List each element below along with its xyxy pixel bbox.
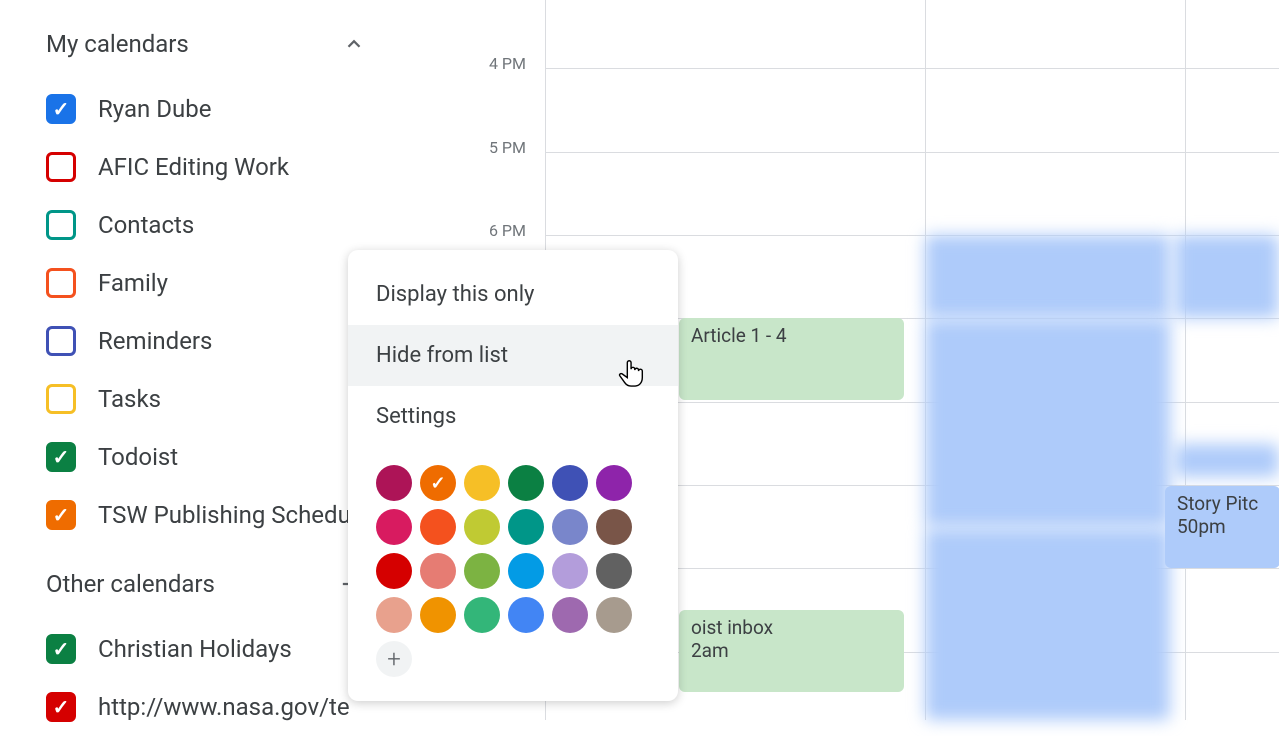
calendar-checkbox[interactable] <box>46 384 76 414</box>
calendar-checkbox[interactable] <box>46 634 76 664</box>
color-swatch[interactable] <box>508 597 544 633</box>
event-blurred[interactable] <box>925 528 1170 720</box>
other-calendars-header[interactable]: Other calendars <box>46 570 395 598</box>
calendar-item[interactable]: Contacts <box>46 196 395 254</box>
calendar-label: TSW Publishing Schedu <box>98 501 351 529</box>
color-swatch[interactable] <box>464 465 500 501</box>
other-calendars-title: Other calendars <box>46 570 215 598</box>
color-swatch[interactable] <box>376 597 412 633</box>
time-label: 6 PM <box>489 221 526 240</box>
chevron-up-icon <box>343 33 365 55</box>
time-label: 5 PM <box>489 138 526 157</box>
color-swatch[interactable] <box>596 509 632 545</box>
calendar-label: Ryan Dube <box>98 95 211 123</box>
calendar-label: Tasks <box>98 385 161 413</box>
calendar-checkbox[interactable] <box>46 692 76 722</box>
color-swatch[interactable] <box>596 597 632 633</box>
calendar-label: Todoist <box>98 443 178 471</box>
color-swatch[interactable] <box>420 509 456 545</box>
menu-hide-from-list[interactable]: Hide from list <box>348 325 678 386</box>
calendar-item[interactable]: Family <box>46 254 395 312</box>
color-swatch[interactable] <box>464 553 500 589</box>
event-time: 2am <box>691 639 729 662</box>
add-custom-color-button[interactable]: + <box>376 641 412 677</box>
event-blurred[interactable] <box>925 319 1170 527</box>
calendar-item[interactable]: http://www.nasa.gov/te <box>46 678 395 736</box>
other-calendars-list: Christian Holidays http://www.nasa.gov/te <box>46 620 395 736</box>
color-swatch[interactable] <box>376 465 412 501</box>
my-calendars-header[interactable]: My calendars <box>46 30 395 58</box>
calendar-checkbox[interactable] <box>46 152 76 182</box>
my-calendars-title: My calendars <box>46 30 189 58</box>
menu-settings[interactable]: Settings <box>348 386 678 447</box>
color-swatch[interactable] <box>464 509 500 545</box>
event-blurred[interactable] <box>1175 444 1279 477</box>
color-swatch[interactable] <box>508 553 544 589</box>
calendar-label: Family <box>98 269 168 297</box>
calendar-checkbox[interactable] <box>46 500 76 530</box>
calendar-label: AFIC Editing Work <box>98 153 289 181</box>
event-story-pitch[interactable]: Story Pitc 50pm <box>1165 486 1279 568</box>
color-swatch[interactable] <box>552 465 588 501</box>
calendar-item[interactable]: TSW Publishing Schedu <box>46 486 395 544</box>
color-swatch[interactable] <box>508 465 544 501</box>
calendar-item[interactable]: Ryan Dube <box>46 80 395 138</box>
color-picker-grid: + <box>348 447 678 687</box>
color-swatch[interactable] <box>552 597 588 633</box>
calendar-checkbox[interactable] <box>46 210 76 240</box>
color-swatch[interactable] <box>420 465 456 501</box>
calendar-label: Christian Holidays <box>98 635 292 663</box>
calendar-item[interactable]: Reminders <box>46 312 395 370</box>
calendar-label: http://www.nasa.gov/te <box>98 693 350 721</box>
calendar-context-menu: Display this only Hide from list Setting… <box>348 250 678 701</box>
calendar-checkbox[interactable] <box>46 442 76 472</box>
event-title: oist inbox <box>691 616 773 639</box>
color-swatch[interactable] <box>552 553 588 589</box>
event-time: 50pm <box>1177 515 1226 538</box>
calendar-item[interactable]: Todoist <box>46 428 395 486</box>
color-swatch[interactable] <box>552 509 588 545</box>
time-label: 4 PM <box>489 54 526 73</box>
color-swatch[interactable] <box>420 553 456 589</box>
calendar-checkbox[interactable] <box>46 268 76 298</box>
event-inbox[interactable]: oist inbox 2am <box>679 610 904 692</box>
event-blurred[interactable] <box>1175 235 1279 318</box>
menu-display-only[interactable]: Display this only <box>348 264 678 325</box>
color-swatch[interactable] <box>596 553 632 589</box>
calendar-item[interactable]: AFIC Editing Work <box>46 138 395 196</box>
color-swatch[interactable] <box>596 465 632 501</box>
calendar-item[interactable]: Tasks <box>46 370 395 428</box>
calendar-label: Contacts <box>98 211 194 239</box>
event-title: Story Pitc <box>1177 492 1258 515</box>
calendar-checkbox[interactable] <box>46 326 76 356</box>
event-blurred[interactable] <box>925 235 1170 318</box>
event-title: Article 1 - 4 <box>691 324 787 347</box>
calendar-item[interactable]: Christian Holidays <box>46 620 395 678</box>
calendar-checkbox[interactable] <box>46 94 76 124</box>
color-swatch[interactable] <box>464 597 500 633</box>
color-swatch[interactable] <box>376 509 412 545</box>
my-calendars-list: Ryan Dube AFIC Editing Work Contacts Family… <box>46 80 395 544</box>
color-swatch[interactable] <box>376 553 412 589</box>
color-swatch[interactable] <box>508 509 544 545</box>
calendar-sidebar: My calendars Ryan Dube AFIC Editing Work C… <box>0 0 395 720</box>
color-swatch[interactable] <box>420 597 456 633</box>
calendar-label: Reminders <box>98 327 212 355</box>
event-article[interactable]: Article 1 - 4 <box>679 318 904 400</box>
